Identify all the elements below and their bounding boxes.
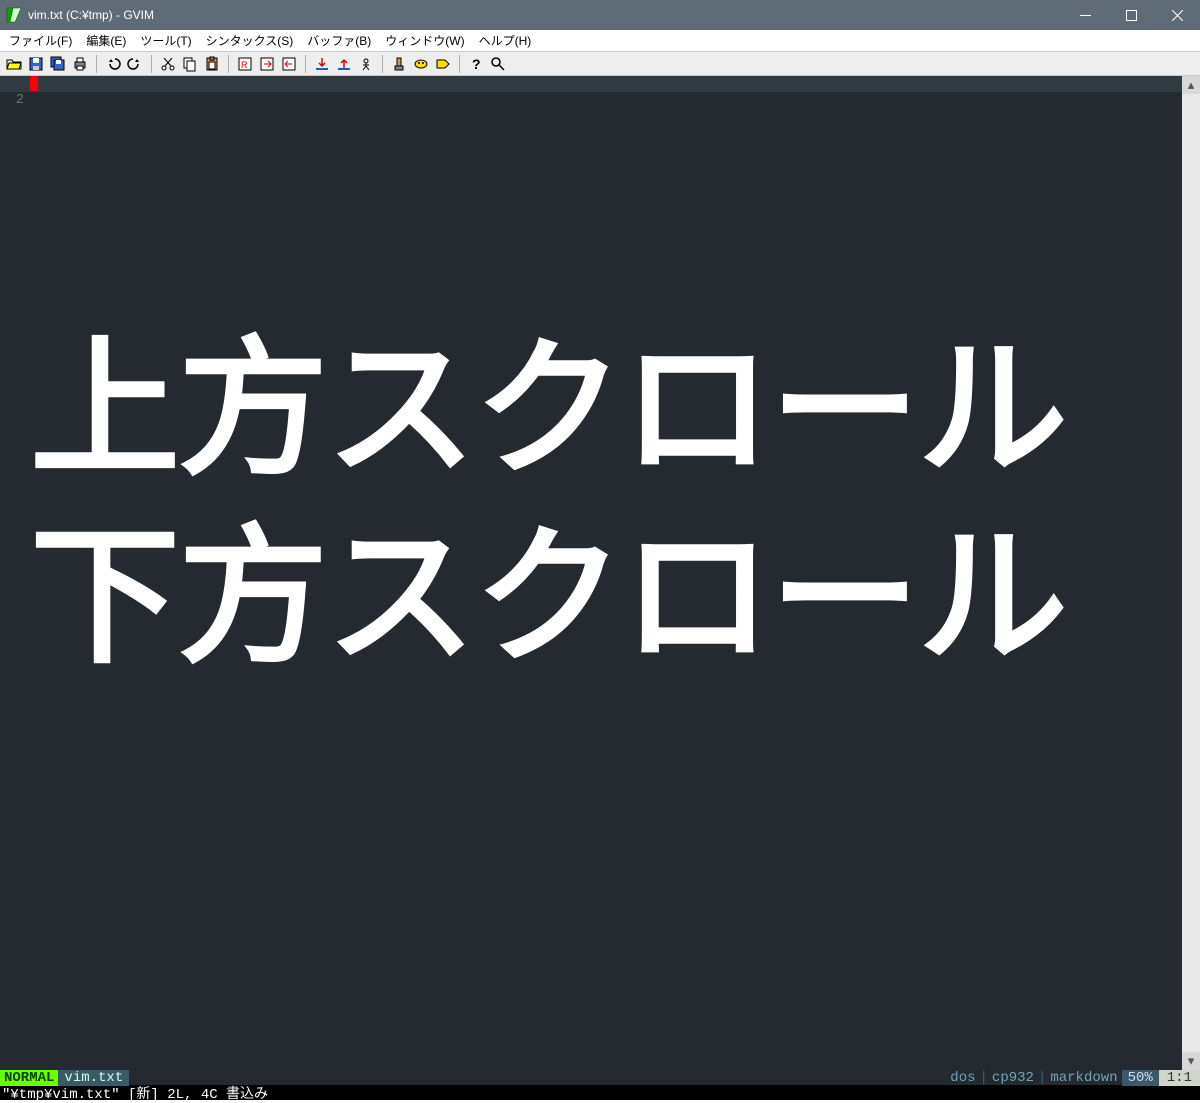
help-icon[interactable]: ? xyxy=(466,54,486,74)
menu-file[interactable]: ファイル(F) xyxy=(2,30,79,51)
scroll-up-icon[interactable]: ▴ xyxy=(1182,76,1200,94)
menu-edit[interactable]: 編集(E) xyxy=(79,30,133,51)
line-number: 2 xyxy=(0,92,24,108)
copy-icon[interactable] xyxy=(180,54,200,74)
replace-icon[interactable]: R xyxy=(235,54,255,74)
open-icon[interactable] xyxy=(4,54,24,74)
save-icon[interactable] xyxy=(26,54,46,74)
print-icon[interactable] xyxy=(70,54,90,74)
menu-tools[interactable]: ツール(T) xyxy=(133,30,198,51)
current-line-highlight xyxy=(0,76,1182,92)
minimize-button[interactable] xyxy=(1062,0,1108,30)
overlay-line-1: 上方スクロール xyxy=(30,316,1182,504)
menu-syntax[interactable]: シンタックス(S) xyxy=(199,30,301,51)
svg-text:?: ? xyxy=(472,56,481,72)
find-help-icon[interactable] xyxy=(488,54,508,74)
undo-icon[interactable] xyxy=(103,54,123,74)
svg-text:R: R xyxy=(241,60,248,70)
editor-area: 1 2 上方スクロール 下方スクロール ▴ ▾ xyxy=(0,76,1200,1070)
text-editor[interactable]: 上方スクロール 下方スクロール xyxy=(30,76,1182,1070)
paste-icon[interactable] xyxy=(202,54,222,74)
vertical-scrollbar[interactable]: ▴ ▾ xyxy=(1182,76,1200,1070)
overlay-caption: 上方スクロール 下方スクロール xyxy=(30,316,1182,691)
scroll-down-icon[interactable]: ▾ xyxy=(1182,1052,1200,1070)
make-icon[interactable] xyxy=(389,54,409,74)
close-button[interactable] xyxy=(1154,0,1200,30)
scrollbar-track[interactable] xyxy=(1182,94,1200,1052)
line-number-gutter: 1 2 xyxy=(0,76,30,1070)
window-title: vim.txt (C:¥tmp) - GVIM xyxy=(28,8,154,22)
maximize-button[interactable] xyxy=(1108,0,1154,30)
shell-icon[interactable] xyxy=(411,54,431,74)
tags-icon[interactable] xyxy=(433,54,453,74)
status-encoding: cp932 xyxy=(988,1070,1038,1086)
run-script-icon[interactable] xyxy=(356,54,376,74)
save-all-icon[interactable] xyxy=(48,54,68,74)
status-fileformat: dos xyxy=(946,1070,979,1086)
find-next-icon[interactable] xyxy=(257,54,277,74)
find-prev-icon[interactable] xyxy=(279,54,299,74)
menu-window[interactable]: ウィンドウ(W) xyxy=(378,30,471,51)
menu-bar: ファイル(F) 編集(E) ツール(T) シンタックス(S) バッファ(B) ウ… xyxy=(0,30,1200,52)
redo-icon[interactable] xyxy=(125,54,145,74)
toolbar: R ? xyxy=(0,52,1200,76)
status-position: 1:1 xyxy=(1159,1070,1200,1086)
text-cursor xyxy=(30,76,38,91)
overlay-line-2: 下方スクロール xyxy=(30,504,1182,692)
menu-help[interactable]: ヘルプ(H) xyxy=(472,30,539,51)
status-filetype: markdown xyxy=(1046,1070,1121,1086)
menu-buffer[interactable]: バッファ(B) xyxy=(300,30,378,51)
status-area: NORMAL vim.txt dos | cp932 | markdown 50… xyxy=(0,1070,1200,1100)
save-session-icon[interactable] xyxy=(334,54,354,74)
app-icon xyxy=(6,7,22,23)
load-session-icon[interactable] xyxy=(312,54,332,74)
status-percent: 50% xyxy=(1122,1070,1159,1086)
cut-icon[interactable] xyxy=(158,54,178,74)
window-titlebar: vim.txt (C:¥tmp) - GVIM xyxy=(0,0,1200,30)
command-line[interactable]: "¥tmp¥vim.txt" [新] 2L, 4C 書込み xyxy=(0,1085,1200,1100)
